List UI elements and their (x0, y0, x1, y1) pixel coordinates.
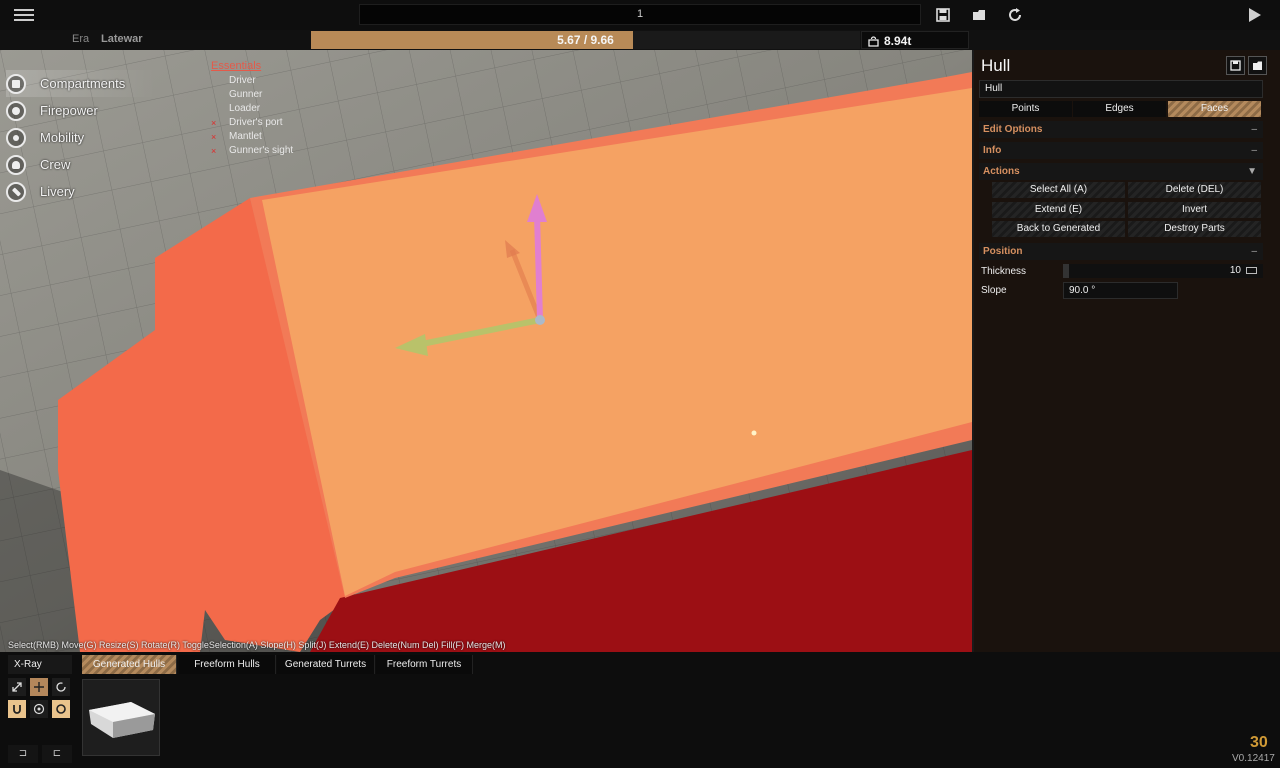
section-actions[interactable]: Actions ▼ (979, 163, 1263, 180)
list-item: × Mantlet (211, 131, 262, 142)
list-item: Loader (229, 103, 261, 114)
tab-faces[interactable]: Faces (1168, 101, 1261, 117)
menu-icon[interactable] (12, 6, 36, 24)
weight-box: 8.94t (861, 31, 969, 49)
nav-label: Firepower (40, 103, 98, 118)
fps-counter: 30 (1250, 734, 1268, 751)
battle-rating-text: 5.67 / 9.66 (557, 33, 614, 47)
essentials-title: Essentials (211, 60, 262, 72)
collapse-icon: – (1251, 145, 1257, 156)
firepower-icon (6, 100, 26, 121)
list-item: × Gunner's sight (211, 145, 294, 156)
collapse-icon: – (1251, 124, 1257, 135)
battle-rating-bar: 5.67 / 9.66 (311, 31, 860, 49)
nav-label: Mobility (40, 130, 85, 145)
refresh-icon (56, 704, 66, 714)
reset-icon[interactable] (1006, 6, 1024, 24)
load-icon (1253, 61, 1262, 70)
tab-points[interactable]: Points (979, 101, 1072, 117)
save-icon (1230, 60, 1241, 71)
info-bar: Era Latewar 5.67 / 9.66 8.94t (0, 30, 970, 50)
thickness-fill (1063, 264, 1069, 278)
move-icon (34, 682, 44, 692)
nav-item-livery[interactable]: Livery (6, 178, 156, 205)
top-bar: 1 (0, 0, 1280, 30)
target-icon (33, 703, 45, 715)
list-item: Gunner (229, 89, 263, 100)
panel-title: Hull (981, 56, 1011, 75)
invert-button[interactable]: Invert (1128, 202, 1261, 218)
slope-label: Slope (981, 285, 1007, 296)
rotate-icon (56, 682, 66, 692)
nav-label: Compartments (40, 76, 126, 91)
magnet-icon (13, 705, 21, 714)
collapse-left-button[interactable]: ⊐ (8, 745, 38, 763)
nav-item-firepower[interactable]: Firepower (6, 97, 156, 124)
nav-item-compartments[interactable]: Compartments (6, 70, 156, 97)
thickness-label: Thickness (981, 266, 1027, 277)
missing-mark-icon: × (211, 132, 217, 142)
hotkey-hints: Select(RMB) Move(G) Resize(S) Rotate(R) … (8, 640, 506, 650)
bottom-toolbar: X-Ray Generated Hulls Freeform Hulls Gen… (0, 652, 1280, 768)
select-all-button[interactable]: Select All (A) (992, 182, 1125, 198)
snap-tool-button[interactable] (8, 700, 26, 718)
armor-icon (1246, 267, 1257, 274)
part-name-field[interactable]: Hull (979, 80, 1263, 98)
save-icon[interactable] (934, 6, 952, 24)
essentials-list: Essentials Driver Gunner Loader × Driver'… (211, 60, 293, 158)
slope-input[interactable]: 90.0 ° (1063, 282, 1178, 299)
nav-label: Livery (40, 184, 75, 199)
hull-panel: Hull Hull Points Edges Faces Edit Option… (972, 50, 1280, 652)
nav-item-mobility[interactable]: Mobility (6, 124, 156, 151)
version-label: V0.12417 (1232, 753, 1275, 764)
session-field[interactable]: 1 (359, 4, 921, 25)
thickness-value: 10 (1229, 265, 1241, 276)
extend-button[interactable]: Extend (E) (992, 202, 1125, 218)
collapse-right-button[interactable]: ⊏ (42, 745, 72, 763)
chevron-down-icon: ▼ (1247, 166, 1257, 177)
back-to-generated-button[interactable]: Back to Generated (992, 221, 1125, 237)
panel-save-button[interactable] (1226, 56, 1245, 75)
list-item: × Driver's port (211, 117, 283, 128)
pivot-tool-button[interactable] (30, 700, 48, 718)
move-tool-button[interactable] (30, 678, 48, 696)
list-item: Driver (229, 75, 256, 86)
scale-tool-button[interactable] (8, 678, 26, 696)
crew-icon (6, 154, 26, 175)
rotate-tool-button[interactable] (52, 678, 70, 696)
nav-item-crew[interactable]: Crew (6, 151, 156, 178)
missing-mark-icon: × (211, 146, 217, 156)
tab-generated-hulls[interactable]: Generated Hulls (82, 655, 177, 674)
selection-point[interactable] (751, 430, 757, 436)
orbit-tool-button[interactable] (52, 700, 70, 718)
section-info[interactable]: Info – (979, 142, 1263, 159)
compartments-icon (6, 73, 26, 94)
livery-icon (6, 181, 26, 202)
xray-toggle[interactable]: X-Ray (8, 655, 72, 674)
era-value[interactable]: Latewar (101, 33, 143, 45)
hull-thumbnail[interactable] (82, 679, 160, 756)
play-icon[interactable] (1244, 5, 1264, 25)
weight-value: 8.94t (884, 34, 912, 48)
section-position[interactable]: Position – (979, 243, 1263, 260)
weight-icon (868, 36, 879, 47)
collapse-icon: – (1251, 246, 1257, 257)
section-edit-options[interactable]: Edit Options – (979, 121, 1263, 138)
era-label: Era (72, 33, 90, 45)
delete-button[interactable]: Delete (DEL) (1128, 182, 1261, 198)
destroy-parts-button[interactable]: Destroy Parts (1128, 221, 1261, 237)
tab-freeform-turrets[interactable]: Freeform Turrets (376, 655, 473, 674)
tab-generated-turrets[interactable]: Generated Turrets (277, 655, 375, 674)
scale-icon (12, 682, 22, 692)
thickness-slider[interactable]: 10 (1063, 264, 1263, 278)
panel-load-button[interactable] (1248, 56, 1267, 75)
left-nav: Compartments Firepower Mobility Crew Liv… (6, 70, 156, 205)
tab-freeform-hulls[interactable]: Freeform Hulls (179, 655, 276, 674)
missing-mark-icon: × (211, 118, 217, 128)
tab-edges[interactable]: Edges (1073, 101, 1166, 117)
nav-label: Crew (40, 157, 71, 172)
load-icon[interactable] (970, 6, 988, 24)
hull-preview-icon (89, 702, 155, 738)
mobility-icon (6, 127, 26, 148)
